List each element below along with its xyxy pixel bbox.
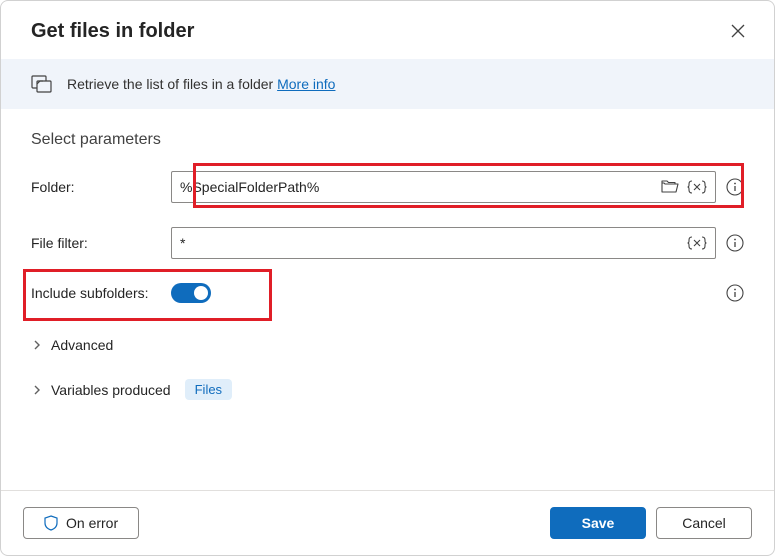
- close-button[interactable]: [726, 19, 750, 43]
- info-icon[interactable]: [726, 284, 744, 302]
- variable-picker-icon[interactable]: [687, 179, 707, 195]
- browse-folder-icon[interactable]: [661, 179, 679, 195]
- files-folder-icon: [31, 73, 53, 95]
- dialog-header: Get files in folder: [1, 1, 774, 59]
- chevron-right-icon: [31, 339, 43, 351]
- advanced-expander[interactable]: Advanced: [31, 327, 744, 363]
- info-icon[interactable]: [726, 234, 744, 252]
- variable-badge[interactable]: Files: [185, 379, 232, 400]
- dialog-content: Select parameters Folder:: [1, 109, 774, 490]
- shield-icon: [44, 515, 58, 531]
- variables-expander[interactable]: Variables produced Files: [31, 369, 744, 410]
- section-title: Select parameters: [31, 131, 744, 149]
- cancel-button[interactable]: Cancel: [656, 507, 752, 539]
- param-folder-row: Folder:: [31, 171, 744, 203]
- advanced-label: Advanced: [51, 337, 113, 353]
- info-text: Retrieve the list of files in a folder M…: [67, 76, 335, 92]
- dialog-title: Get files in folder: [31, 20, 194, 43]
- info-icon[interactable]: [726, 178, 744, 196]
- file-filter-label: File filter:: [31, 235, 171, 251]
- param-file-filter-row: File filter:: [31, 227, 744, 259]
- include-subfolders-label: Include subfolders:: [31, 285, 171, 301]
- variables-label: Variables produced: [51, 382, 171, 398]
- param-include-subfolders-row: Include subfolders:: [31, 283, 744, 303]
- folder-input[interactable]: [180, 179, 661, 195]
- save-button[interactable]: Save: [550, 507, 646, 539]
- on-error-button[interactable]: On error: [23, 507, 139, 539]
- dialog-footer: On error Save Cancel: [1, 490, 774, 555]
- variable-picker-icon[interactable]: [687, 235, 707, 251]
- info-bar: Retrieve the list of files in a folder M…: [1, 59, 774, 109]
- folder-input-box: [171, 171, 716, 203]
- chevron-right-icon: [31, 384, 43, 396]
- file-filter-input-box: [171, 227, 716, 259]
- include-subfolders-toggle[interactable]: [171, 283, 211, 303]
- more-info-link[interactable]: More info: [277, 76, 335, 92]
- close-icon: [730, 23, 746, 39]
- folder-label: Folder:: [31, 179, 171, 195]
- file-filter-input[interactable]: [180, 235, 687, 251]
